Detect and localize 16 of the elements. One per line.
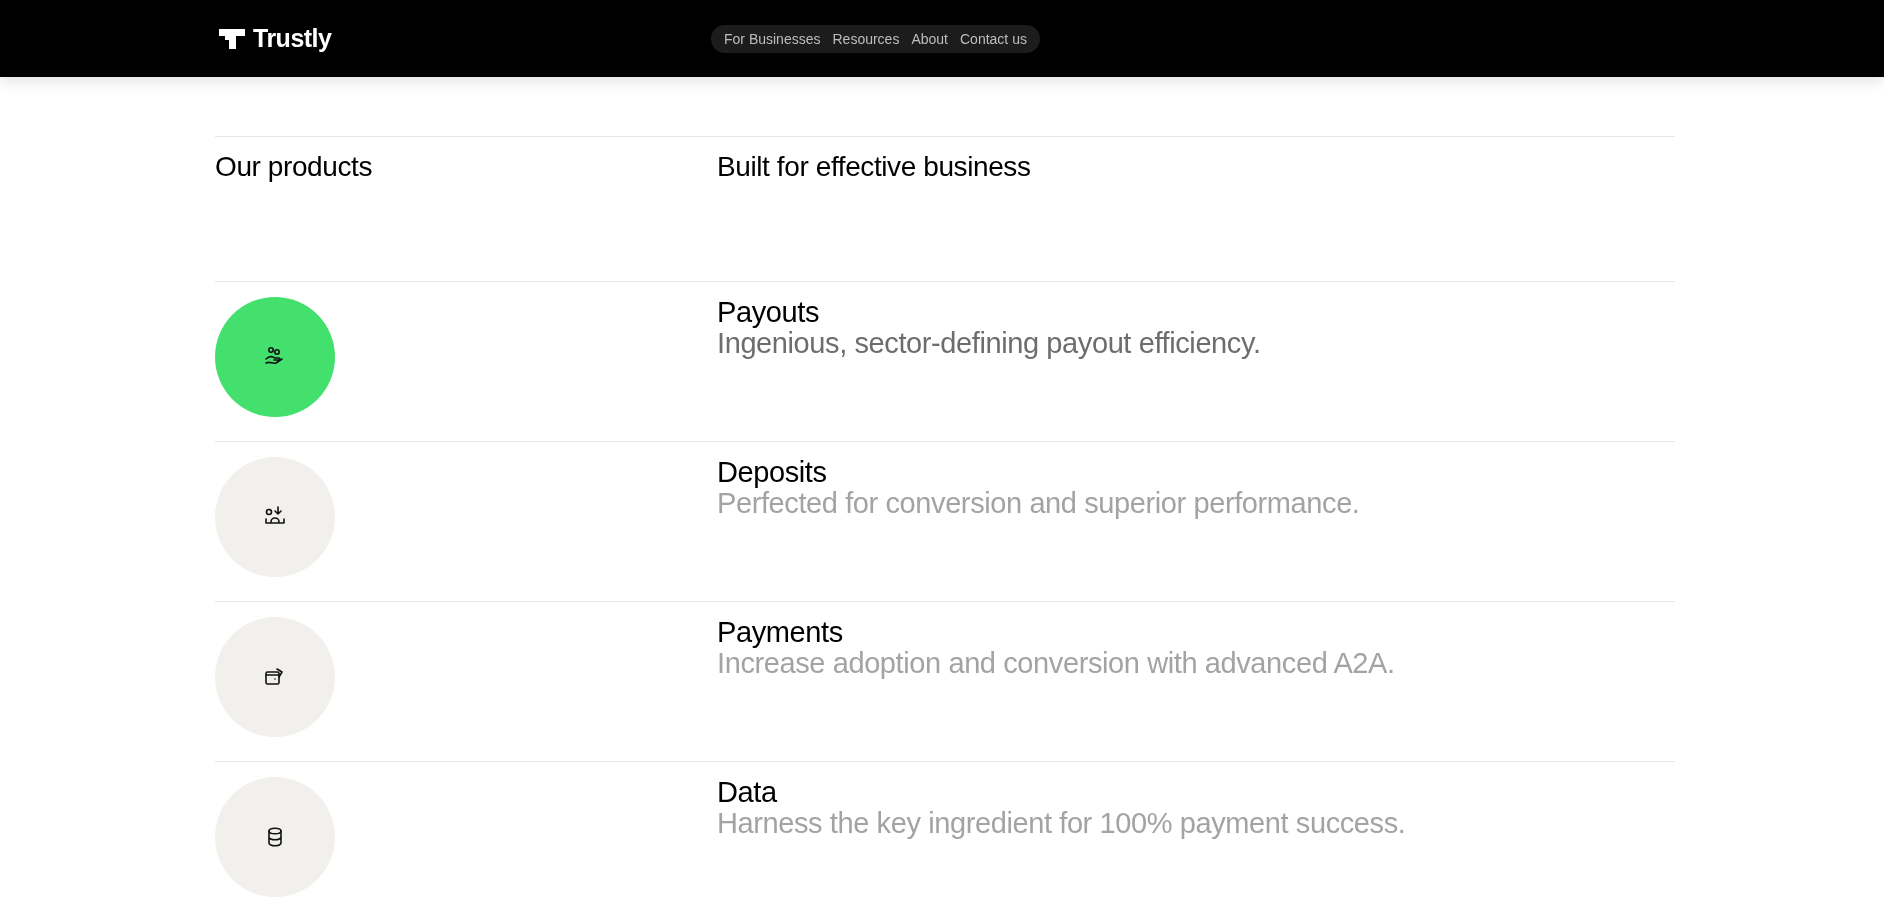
nav-link[interactable]: About	[911, 30, 948, 47]
section-label: Our products	[215, 151, 374, 184]
product-description: Increase adoption and conversion with advanced A2A.	[717, 647, 1395, 679]
nav-link[interactable]: For Businesses	[724, 30, 821, 47]
logo-icon	[219, 28, 245, 49]
nav-link[interactable]: Resources	[832, 30, 900, 47]
section-heading: Built for effective business	[717, 151, 1031, 184]
product-title[interactable]: Payments	[717, 617, 1395, 647]
nav-link[interactable]: Contact us	[960, 30, 1027, 47]
product-description: Perfected for conversion and superior performance.	[717, 487, 1360, 519]
product-title[interactable]: Deposits	[717, 457, 1360, 487]
product-description: Ingenious, sector-defining payout efficiency.	[717, 327, 1261, 359]
product-title[interactable]: Payouts	[717, 297, 1261, 327]
logo[interactable]: Trustly	[253, 24, 332, 53]
product-title[interactable]: Data	[717, 777, 1406, 807]
product-description: Harness the key ingredient for 100% payment success.	[717, 807, 1406, 839]
